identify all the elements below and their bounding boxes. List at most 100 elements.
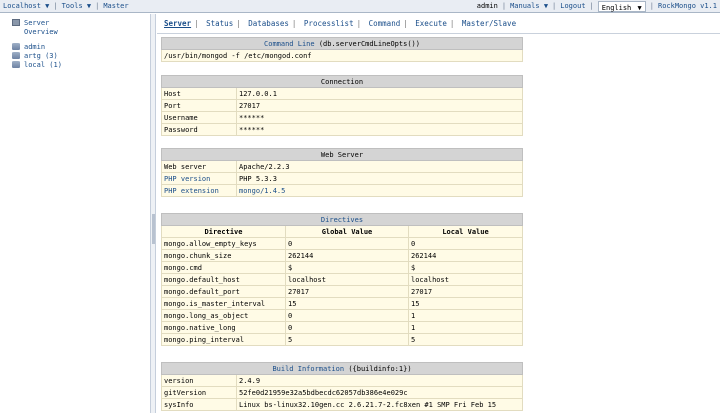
manuals-menu-label: Manuals — [510, 1, 540, 10]
table-title: Command Line (db.serverCmdLineOpts()) — [161, 37, 523, 50]
local-value: $ — [408, 261, 523, 274]
current-user: admin — [476, 1, 498, 10]
command-line-table: Command Line (db.serverCmdLineOpts()) /u… — [161, 37, 523, 62]
row-value: 27017 — [236, 99, 523, 112]
row-label: gitVersion — [161, 386, 237, 399]
row-label: Web server — [161, 160, 237, 173]
separator: | — [449, 19, 455, 28]
global-value: 27017 — [285, 285, 409, 298]
connection-table: Connection Host 127.0.0.1 Port 27017 Usern… — [161, 75, 523, 136]
local-value: 5 — [408, 333, 523, 346]
tab-databases[interactable]: Databases — [248, 19, 289, 28]
sidebar-item-db[interactable]: admin — [12, 42, 150, 51]
table-title-suffix: ({buildinfo:1}) — [348, 364, 412, 373]
table-row: mongo.ping_interval 5 5 — [161, 333, 523, 346]
row-value: mongo/1.4.5 — [236, 184, 523, 197]
chevron-down-icon: ▼ — [86, 1, 92, 10]
tab-execute[interactable]: Execute — [415, 19, 447, 28]
directives-link[interactable]: Directives — [321, 216, 363, 224]
sidebar-item-label: admin — [24, 42, 46, 51]
table-row: Password ****** — [161, 123, 523, 136]
row-label: Host — [161, 87, 237, 100]
web-server-table: Web Server Web server Apache/2.2.3 PHP ve… — [161, 148, 523, 197]
global-value: 5 — [285, 333, 409, 346]
local-value: 1 — [408, 321, 523, 334]
table-title: Connection — [161, 75, 523, 88]
row-label: version — [161, 374, 237, 387]
tools-menu[interactable]: Tools ▼ — [59, 0, 95, 13]
tab-status[interactable]: Status — [206, 19, 233, 28]
row-label: Port — [161, 99, 237, 112]
main-panel: Server | Status | Databases | Processlist | … — [157, 14, 720, 413]
row-value: 2.4.9 — [236, 374, 523, 387]
sidebar: Server Overview admin artg (3) local (1) — [0, 14, 151, 413]
table-row: Web server Apache/2.2.3 — [161, 160, 523, 173]
sidebar-item-server[interactable]: Server — [12, 18, 150, 27]
build-info-table: Build Information ({buildinfo:1}) versio… — [161, 362, 523, 411]
separator: | — [356, 19, 362, 28]
row-value: Linux bs-linux32.10gen.cc 2.6.21.7-2.fc8… — [236, 398, 523, 411]
tab-command[interactable]: Command — [369, 19, 401, 28]
table-row: mongo.cmd $ $ — [161, 261, 523, 274]
logout-link[interactable]: Logout — [557, 0, 588, 13]
row-label: sysInfo — [161, 398, 237, 411]
sidebar-item-db[interactable]: local (1) — [12, 60, 150, 69]
column-header: Local Value — [408, 225, 523, 238]
table-row: Username ****** — [161, 111, 523, 124]
language-select[interactable]: English ▼ — [597, 0, 646, 12]
table-row: PHP extension mongo/1.4.5 — [161, 184, 523, 197]
blank-icon — [12, 28, 20, 35]
sidebar-item-db[interactable]: artg (3) — [12, 51, 150, 60]
brand-link[interactable]: RockMongo v1.1 — [655, 0, 720, 13]
row-value: Apache/2.2.3 — [236, 160, 523, 173]
separator: | — [403, 19, 408, 28]
row-value: 52fe0d21959e32a5bdbecdc62057db386e4e029c — [236, 386, 523, 399]
table-title: Web Server — [161, 148, 523, 161]
directive-name: mongo.default_host — [161, 273, 286, 286]
tab-server[interactable]: Server — [164, 19, 191, 28]
server-menu-label: Localhost — [3, 1, 41, 10]
database-icon — [12, 43, 20, 50]
panel-splitter[interactable] — [151, 14, 156, 413]
global-value: 15 — [285, 297, 409, 310]
local-value: 1 — [408, 309, 523, 322]
table-header-row: Directive Global Value Local Value — [161, 225, 523, 238]
local-value: 0 — [408, 237, 523, 250]
directives-rows: mongo.allow_empty_keys 0 0 mongo.chunk_size… — [161, 237, 523, 346]
sidebar-item-label: Server — [24, 18, 50, 27]
column-header: Global Value — [285, 225, 409, 238]
chevron-down-icon: ▼ — [637, 3, 642, 12]
tab-master-slave[interactable]: Master/Slave — [462, 19, 516, 28]
sidebar-item-overview[interactable]: Overview — [12, 27, 150, 36]
command-line-link[interactable]: Command Line — [264, 40, 315, 48]
directive-name: mongo.ping_interval — [161, 333, 286, 346]
row-value: PHP 5.3.3 — [236, 172, 523, 185]
separator: | — [589, 1, 594, 10]
command-line-value: /usr/bin/mongod -f /etc/mongod.conf — [161, 49, 523, 62]
local-value: 15 — [408, 297, 523, 310]
table-row: sysInfo Linux bs-linux32.10gen.cc 2.6.21.… — [161, 398, 523, 411]
master-link[interactable]: Master — [100, 0, 131, 13]
separator: | — [236, 19, 241, 28]
manuals-menu[interactable]: Manuals ▼ — [507, 0, 551, 13]
build-info-link[interactable]: Build Information — [272, 365, 344, 373]
database-icon — [12, 61, 20, 68]
table-title: Build Information ({buildinfo:1}) — [161, 362, 523, 375]
table-row: mongo.native_long 0 1 — [161, 321, 523, 334]
directive-name: mongo.default_port — [161, 285, 286, 298]
table-row: version 2.4.9 — [161, 374, 523, 387]
tab-processlist[interactable]: Processlist — [304, 19, 354, 28]
row-value: ****** — [236, 123, 523, 136]
table-row: Port 27017 — [161, 99, 523, 112]
directive-name: mongo.chunk_size — [161, 249, 286, 262]
top-toolbar: Localhost ▼ | Tools ▼ | Master admin | M… — [0, 0, 720, 13]
server-menu[interactable]: Localhost ▼ — [0, 0, 52, 13]
chevron-down-icon: ▼ — [45, 1, 50, 10]
server-nav: Server | Status | Databases | Processlist | … — [162, 19, 518, 31]
global-value: 0 — [285, 309, 409, 322]
splitter-grip-icon[interactable] — [152, 214, 155, 244]
sidebar-item-label: artg (3) — [24, 51, 58, 60]
directive-name: mongo.allow_empty_keys — [161, 237, 286, 250]
global-value: 262144 — [285, 249, 409, 262]
table-row: PHP version PHP 5.3.3 — [161, 172, 523, 185]
